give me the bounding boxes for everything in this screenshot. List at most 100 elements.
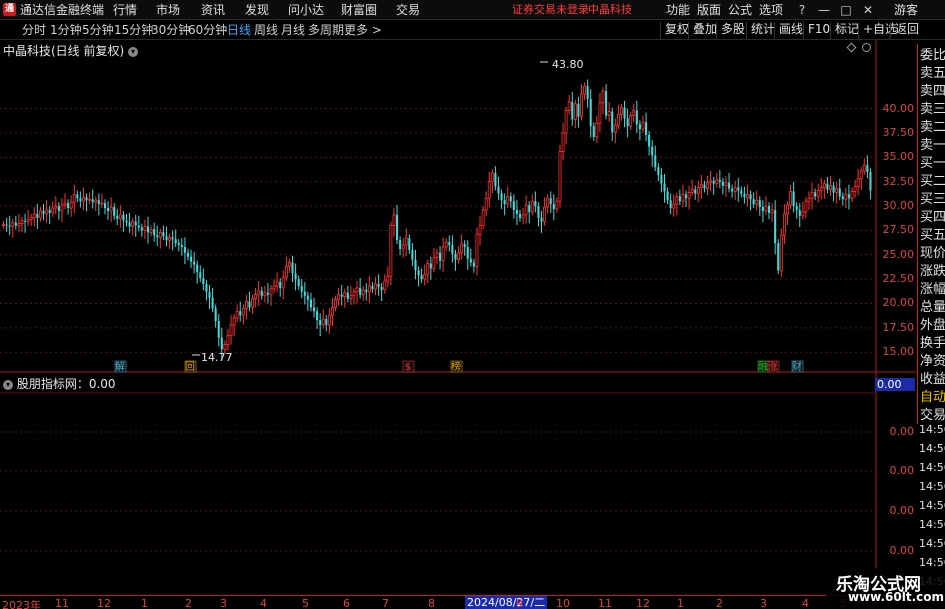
candle-body bbox=[42, 210, 45, 214]
candle-body bbox=[552, 204, 555, 209]
candle-body bbox=[186, 252, 190, 257]
candle-body bbox=[457, 252, 460, 261]
minimize-icon[interactable]: — bbox=[815, 2, 833, 18]
chevron-down-icon[interactable]: ▾ bbox=[128, 46, 139, 57]
candle-body bbox=[758, 200, 761, 208]
quote-label: 买四 bbox=[920, 210, 945, 225]
candle-body bbox=[88, 198, 92, 201]
app-logo-icon: 通 bbox=[3, 3, 16, 16]
chart-area[interactable]: 解 回 $ 榜 融涨 财 bbox=[0, 0, 945, 609]
period-weekly[interactable]: 周线 bbox=[254, 22, 278, 39]
sub-tick-label: 0.00 bbox=[889, 504, 915, 517]
candle-body bbox=[337, 294, 341, 301]
event-marker-label: 融 bbox=[758, 361, 768, 373]
menu-item-function[interactable]: 功能 bbox=[666, 2, 690, 18]
event-marker-box bbox=[450, 360, 463, 373]
candle-body bbox=[374, 283, 377, 290]
period-5min[interactable]: 5分钟 bbox=[82, 22, 114, 39]
candle-body bbox=[118, 214, 122, 220]
candle-body bbox=[675, 195, 679, 205]
menu-item-trade[interactable]: 交易 bbox=[396, 2, 420, 18]
period-monthly[interactable]: 月线 bbox=[281, 22, 305, 39]
menu-item-formula[interactable]: 公式 bbox=[728, 2, 752, 18]
price-tick-label: 15.00 bbox=[882, 345, 915, 359]
candle-body bbox=[651, 146, 654, 156]
candle-body bbox=[54, 205, 58, 209]
date-tick-label: 12 bbox=[636, 597, 650, 609]
period-60min[interactable]: 60分钟 bbox=[188, 22, 227, 39]
candle-body bbox=[595, 122, 599, 138]
guest-user[interactable]: 游客 bbox=[894, 2, 918, 18]
period-15min[interactable]: 15分钟 bbox=[114, 22, 153, 39]
event-marker: 财 bbox=[791, 360, 804, 373]
candle-body bbox=[316, 311, 319, 321]
candle-body bbox=[589, 98, 592, 127]
watermark-url: www.60lt.com bbox=[848, 590, 945, 604]
sub-tick-label: 0.00 bbox=[889, 464, 915, 477]
candle-body bbox=[731, 188, 734, 192]
candle-body bbox=[174, 239, 177, 244]
diamond-icon[interactable] bbox=[846, 42, 857, 53]
candle-body bbox=[699, 184, 703, 188]
period-30min[interactable]: 30分钟 bbox=[151, 22, 190, 39]
menu-item-assistant[interactable]: 问小达 bbox=[288, 2, 324, 18]
quote-label: 买三 bbox=[920, 192, 945, 207]
candle-body bbox=[669, 200, 672, 209]
candle-body bbox=[530, 200, 534, 213]
help-icon[interactable]: ? bbox=[793, 2, 811, 18]
candle-body bbox=[263, 292, 267, 297]
candle-body bbox=[171, 237, 174, 240]
candle-body bbox=[248, 301, 251, 308]
period-intraday[interactable]: 分时 bbox=[22, 22, 46, 39]
maximize-icon[interactable]: □ bbox=[837, 2, 855, 18]
candle-body bbox=[291, 262, 294, 274]
candle-body bbox=[862, 164, 866, 172]
menu-item-wealth-circle[interactable]: 财富圈 bbox=[341, 2, 377, 18]
menu-item-options[interactable]: 选项 bbox=[759, 2, 783, 18]
candle-body bbox=[137, 225, 140, 228]
menu-item-market[interactable]: 市场 bbox=[156, 2, 180, 18]
menu-item-quotes[interactable]: 行情 bbox=[113, 2, 137, 18]
tool-overlay[interactable]: 叠加 bbox=[688, 22, 717, 39]
date-tick-label: 4 bbox=[260, 597, 267, 609]
tool-adjust[interactable]: 复权 bbox=[660, 22, 689, 39]
time-tick-label: 14:56 bbox=[919, 499, 945, 512]
tool-back[interactable]: 返回 bbox=[890, 22, 919, 39]
menu-item-layout[interactable]: 版面 bbox=[697, 2, 721, 18]
candle-body bbox=[832, 185, 835, 193]
candle-body bbox=[11, 222, 15, 227]
candle-body bbox=[712, 180, 715, 184]
candle-body bbox=[521, 214, 525, 219]
tool-multi-stock[interactable]: 多股 bbox=[716, 22, 745, 39]
tool-draw[interactable]: 画线 bbox=[774, 22, 803, 39]
tool-mark[interactable]: 标记 bbox=[830, 22, 859, 39]
menu-item-discover[interactable]: 发现 bbox=[245, 2, 269, 18]
candle-body bbox=[352, 291, 356, 297]
period-more[interactable]: 更多 > bbox=[344, 22, 382, 39]
event-marker: 涨 bbox=[767, 360, 780, 373]
tool-statistics[interactable]: 统计 bbox=[746, 22, 775, 39]
candle-body bbox=[767, 206, 771, 213]
candle-body bbox=[537, 206, 540, 218]
sub-chart-title[interactable]: ▾ 股朋指标网：0.00 bbox=[3, 375, 116, 392]
candle-body bbox=[79, 198, 82, 202]
period-multi[interactable]: 多周期 bbox=[308, 22, 344, 39]
chevron-down-icon[interactable]: ▾ bbox=[3, 379, 13, 390]
candle-body bbox=[801, 211, 805, 217]
candle-body bbox=[365, 289, 368, 292]
period-daily[interactable]: 日线 bbox=[227, 22, 251, 39]
period-1min[interactable]: 1分钟 bbox=[50, 22, 82, 39]
candle-body bbox=[620, 107, 623, 115]
candle-body bbox=[359, 287, 362, 295]
close-icon[interactable]: ✕ bbox=[859, 2, 877, 18]
login-status-alert[interactable]: 证券交易未登录 bbox=[512, 2, 589, 18]
candle-body bbox=[288, 262, 291, 267]
tool-f10[interactable]: F10 bbox=[803, 22, 830, 39]
menu-item-news[interactable]: 资讯 bbox=[201, 2, 225, 18]
time-tick-label: 14:56 bbox=[919, 461, 945, 474]
main-chart-title[interactable]: 中晶科技(日线 前复权) ▾ bbox=[3, 42, 139, 59]
candle-body bbox=[481, 209, 485, 226]
circle-icon[interactable] bbox=[862, 43, 871, 52]
candle-body bbox=[223, 344, 227, 350]
date-tick-label: 12 bbox=[97, 597, 111, 609]
